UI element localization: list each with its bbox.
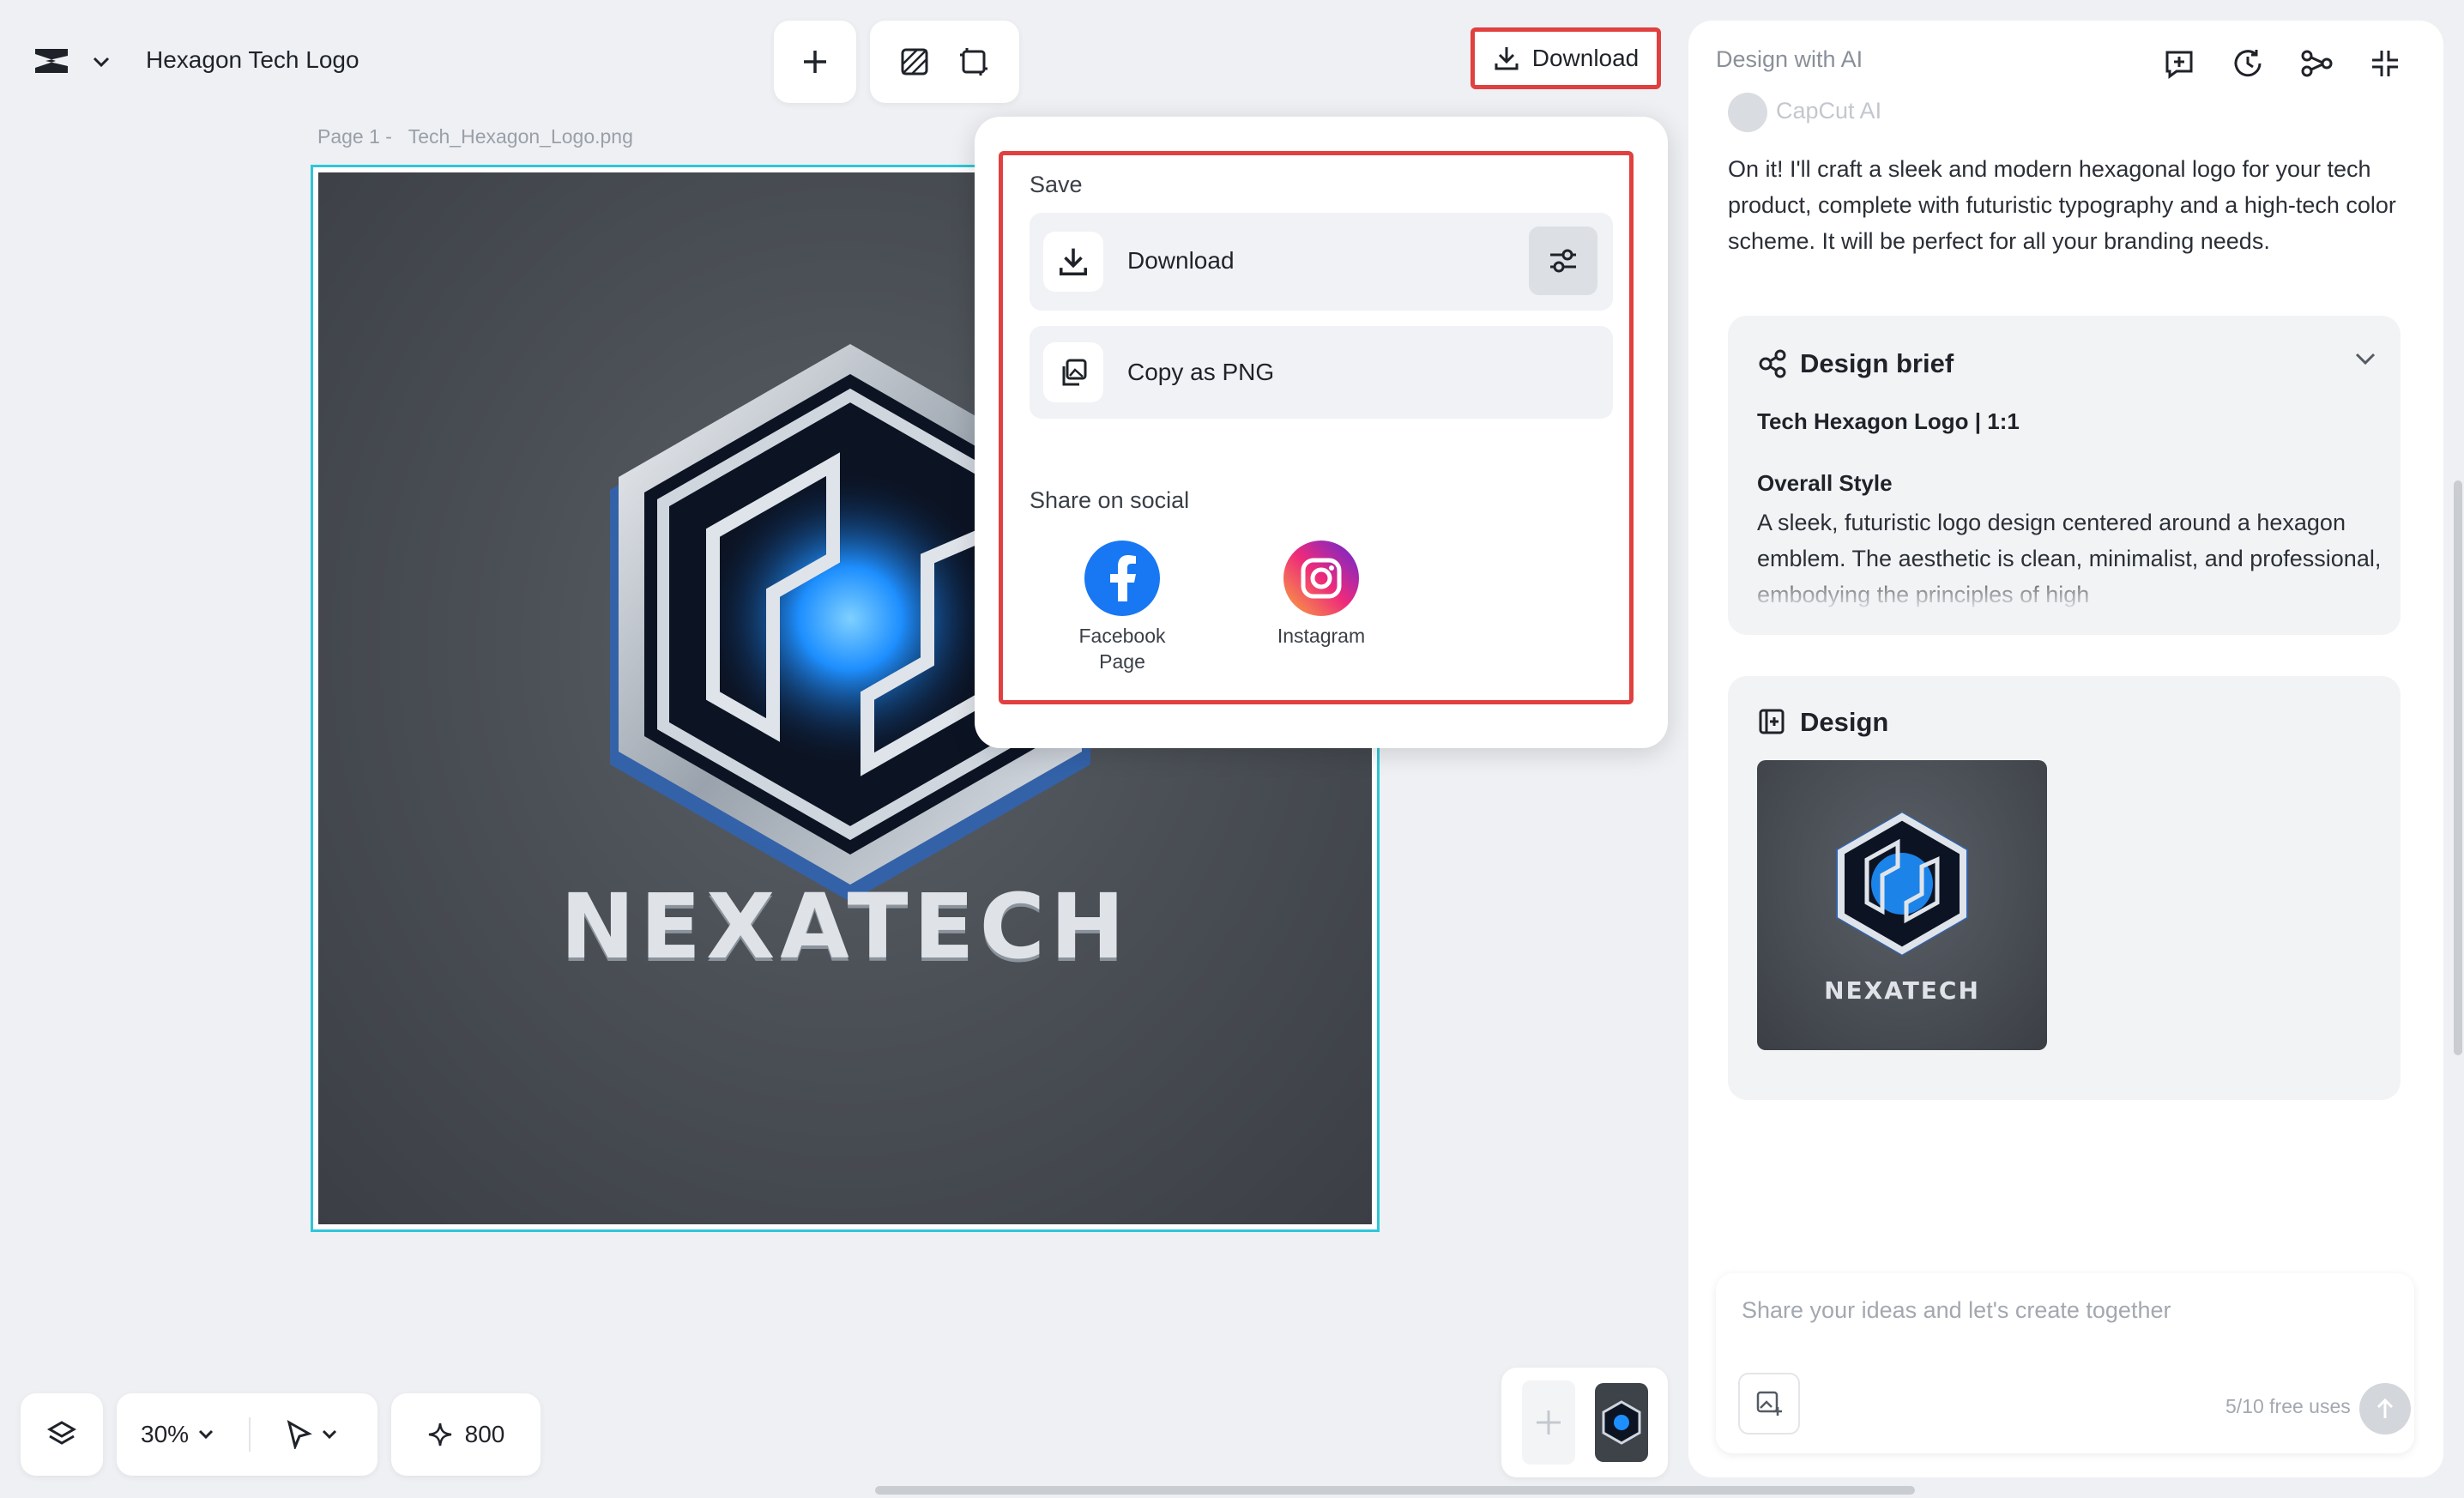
chevron-down-icon[interactable] [321,1429,338,1441]
resize-button[interactable] [958,46,989,77]
instagram-label: Instagram [1277,625,1366,647]
add-page-button[interactable] [1521,1380,1575,1465]
copy-image-icon [1043,342,1103,402]
canvas-tools [870,21,1019,103]
design-thumbnail[interactable]: NEXATECH [1757,760,2047,1050]
download-icon [1495,47,1519,70]
assistant-avatar [1728,93,1767,132]
page-thumbnail[interactable] [1594,1383,1648,1462]
plus-icon [804,51,826,73]
hatch-square-icon [901,48,928,76]
menu-copy-png-option[interactable]: Copy as PNG [1030,326,1613,419]
logo-text: NEXATECH [559,874,1131,979]
upload-image-button[interactable] [1738,1373,1800,1435]
facebook-label: Facebook Page [1078,625,1166,673]
panel-scrollbar[interactable] [2454,480,2462,1055]
usage-count: 5/10 free uses [2225,1395,2351,1417]
capcut-logo-icon[interactable] [26,39,77,82]
design-heading: Design [1800,707,1889,737]
brief-subtitle: Tech Hexagon Logo | 1:1 [1757,408,2020,434]
design-brief-card[interactable]: Design brief Tech Hexagon Logo | 1:1 Ove… [1728,316,2401,635]
page-label: Page 1 - Tech_Hexagon_Logo.png [317,125,633,148]
brief-heading: Design brief [1800,348,1954,378]
horizontal-scrollbar[interactable] [875,1486,1915,1495]
zoom-level[interactable]: 30% [141,1421,189,1448]
menu-download-label: Download [1127,247,1235,274]
download-settings-button[interactable] [1529,227,1597,295]
ai-panel-title: Design with AI [1716,46,1863,72]
instagram-icon [1283,541,1359,616]
design-add-icon [1757,707,1786,736]
brief-style-text: A sleek, futuristic logo design centered… [1757,510,2382,607]
download-button-label: Download [1531,45,1640,71]
history-button[interactable] [2229,45,2267,82]
chevron-down-icon[interactable] [2354,352,2376,365]
collapse-button[interactable] [2366,45,2404,82]
design-card: Design NEXATECH [1728,676,2401,1100]
prompt-box: Share your ideas and let's create togeth… [1716,1273,2414,1453]
chevron-down-icon[interactable] [197,1429,214,1441]
menu-copy-png-label: Copy as PNG [1127,359,1275,385]
share-facebook-button[interactable]: Facebook Page [1054,541,1191,674]
share-instagram-button[interactable]: Instagram [1253,541,1390,649]
arrow-up-icon [2376,1398,2394,1418]
plus-icon [1536,1410,1561,1435]
assistant-message: On it! I'll craft a sleek and modern hex… [1728,156,2396,254]
file-name: Tech_Hexagon_Logo.png [408,125,633,148]
thumb-logo-text: NEXATECH [1824,976,1980,1005]
menu-download-option[interactable]: Download [1030,213,1613,311]
credits-button[interactable]: 800 [391,1393,541,1476]
project-title[interactable]: Hexagon Tech Logo [146,46,359,74]
chat-plus-icon [2165,51,2193,79]
collapse-icon [2372,51,2398,76]
background-remove-button[interactable] [900,47,929,76]
layers-icon [46,1421,77,1445]
share-button[interactable] [2298,45,2335,82]
image-plus-icon [1756,1391,1782,1416]
layers-button[interactable] [21,1393,103,1476]
divider [249,1417,251,1452]
share-nodes-icon [2301,50,2333,77]
download-icon [1043,232,1103,292]
ai-panel: Design with AI CapCut AI On it! I'll cra… [1688,21,2443,1477]
hexagon-thumb-icon [1836,812,1968,956]
chevron-down-icon[interactable] [86,48,117,76]
prompt-input[interactable]: Share your ideas and let's create togeth… [1742,1297,2171,1324]
download-button[interactable]: Download [1471,27,1661,89]
facebook-icon [1084,541,1160,616]
hexagon-thumb-icon [1602,1400,1640,1445]
top-left-bar: Hexagon Tech Logo [0,0,395,124]
zoom-and-pointer-toolbar: 30% [117,1393,377,1476]
history-icon [2234,50,2262,77]
assistant-name: CapCut AI [1776,98,1882,124]
save-heading: Save [1030,172,1083,197]
send-button[interactable] [2359,1383,2411,1435]
brief-style-heading: Overall Style [1757,470,1893,496]
sparkle-icon [428,1422,451,1447]
share-heading: Share on social [1030,487,1190,513]
new-chat-button[interactable] [2160,45,2198,82]
brief-nodes-icon [1757,348,1788,379]
pointer-icon[interactable] [285,1420,312,1449]
sliders-icon [1550,249,1576,273]
add-button[interactable] [774,21,856,103]
credits-count: 800 [464,1421,505,1447]
resize-icon [960,48,987,76]
page-strip [1501,1368,1668,1477]
